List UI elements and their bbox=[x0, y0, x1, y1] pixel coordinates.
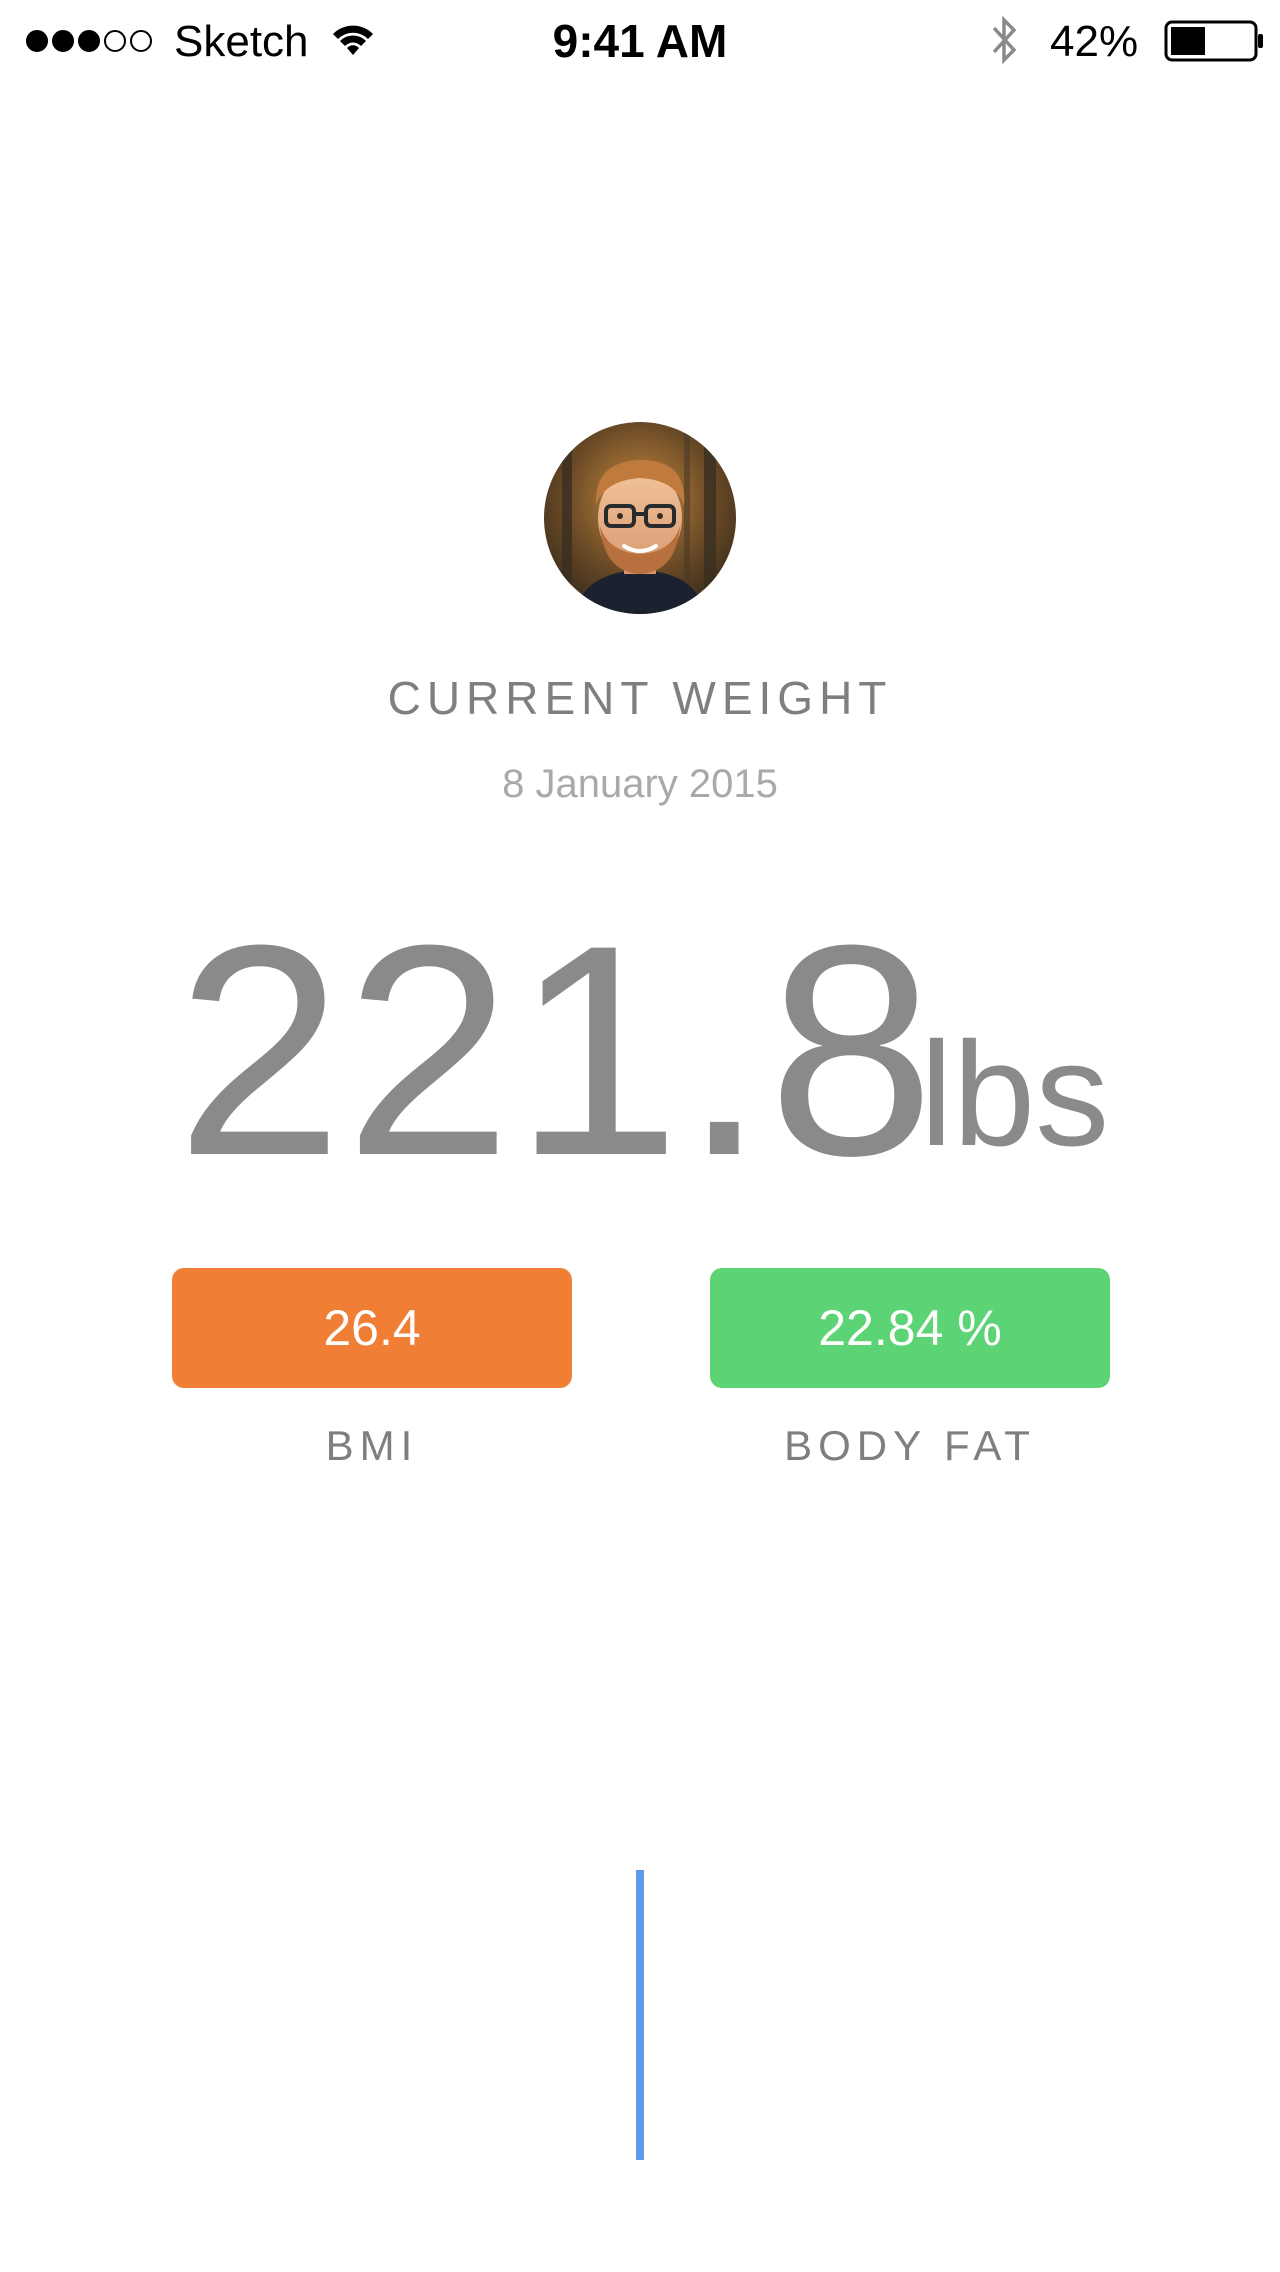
avatar[interactable] bbox=[544, 422, 736, 614]
battery-icon bbox=[1164, 20, 1263, 62]
scale-indicator[interactable] bbox=[636, 1870, 644, 2160]
weight-value: 221.8 bbox=[176, 882, 937, 1218]
status-bar: Sketch 9:41 AM 42% bbox=[0, 0, 1280, 80]
weight-readout: 221.8 lbs bbox=[176, 900, 1126, 1200]
battery-percent: 42% bbox=[1050, 17, 1139, 66]
body-fat-label: BODY FAT bbox=[784, 1422, 1036, 1469]
weight-unit: lbs bbox=[920, 1012, 1110, 1177]
bluetooth-icon bbox=[992, 15, 1017, 65]
bmi-label: BMI bbox=[325, 1422, 419, 1469]
bmi-card[interactable]: 26.4 bbox=[172, 1268, 572, 1388]
avatar-photo bbox=[544, 422, 736, 614]
weight-screen: Sketch 9:41 AM 42% CURRENT WEIGHT 8 Janu… bbox=[0, 0, 1280, 2272]
current-weight-title: CURRENT WEIGHT bbox=[387, 672, 893, 724]
body-fat-card[interactable]: 22.84 % bbox=[710, 1268, 1110, 1388]
weight-date: 8 January 2015 bbox=[502, 762, 778, 806]
